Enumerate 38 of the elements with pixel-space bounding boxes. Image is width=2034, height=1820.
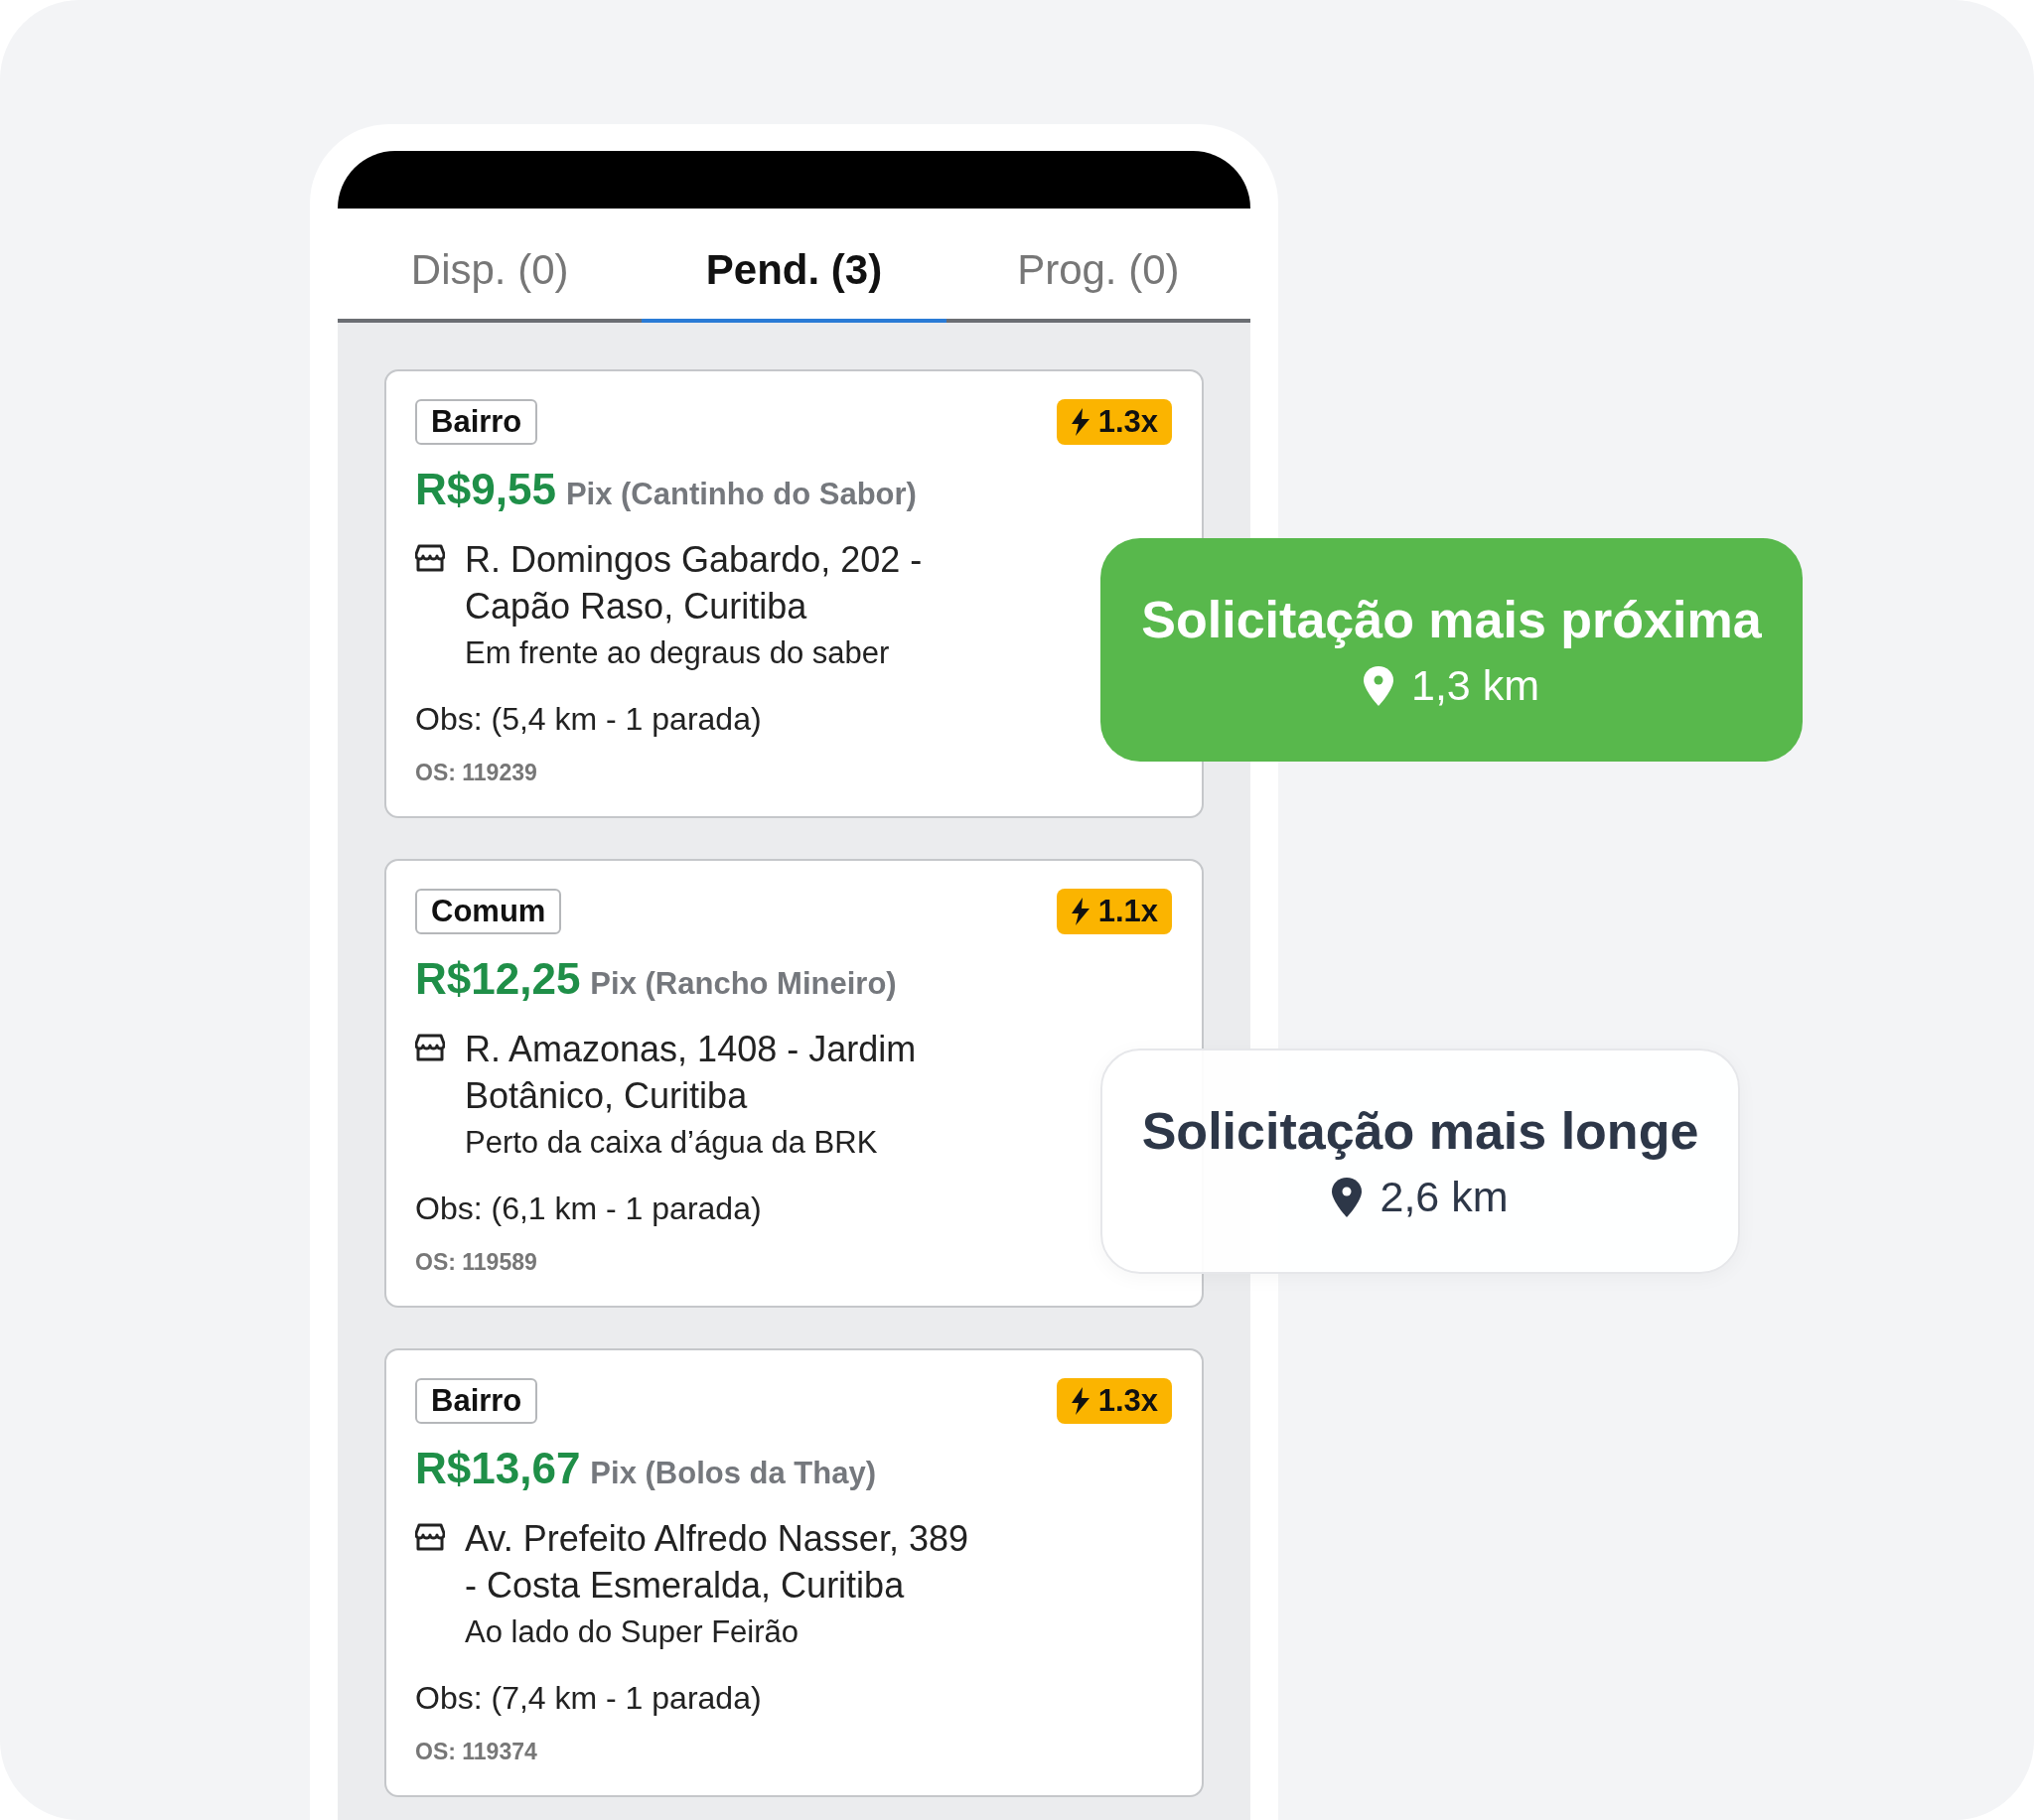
store-icon — [415, 1523, 445, 1551]
price: R$12,25 — [415, 954, 581, 1004]
address: R. Amazonas, 1408 - Jardim Botânico, Curitiba — [465, 1028, 918, 1118]
multiplier-badge: 1.1x — [1056, 889, 1172, 934]
lightning-icon — [1070, 408, 1090, 436]
order-number: OS: 119374 — [415, 1739, 538, 1765]
address: Av. Prefeito Alfredo Nasser, 389 - Costa Esmeralda, Curitiba — [465, 1517, 969, 1608]
payment-info: Pix (Rancho Mineiro) — [590, 966, 897, 1002]
tab[interactable]: Prog. (0) — [945, 209, 1250, 323]
lightning-icon — [1070, 1387, 1090, 1415]
reference-note: Em frente ao degraus do saber — [465, 634, 891, 672]
lightning-icon — [1070, 898, 1090, 925]
obs-text: Obs: (6,1 km - 1 parada) — [415, 1190, 763, 1227]
order-number: OS: 119239 — [415, 760, 538, 786]
tab[interactable]: Disp. (0) — [338, 209, 643, 323]
type-tag: Comum — [415, 889, 562, 934]
obs-text: Obs: (5,4 km - 1 parada) — [415, 701, 763, 738]
price: R$13,67 — [415, 1444, 581, 1493]
multiplier-badge: 1.3x — [1056, 399, 1172, 445]
reference-note: Perto da caixa d’água da BRK — [465, 1124, 879, 1162]
reference-note: Ao lado do Super Feirão — [465, 1613, 800, 1651]
order-number: OS: 119589 — [415, 1249, 538, 1276]
payment-info: Pix (Cantinho do Sabor) — [565, 477, 917, 512]
order-card[interactable]: Bairro 1.3x R$13,67 Pix (Bolos da Thay) Av. Prefeito Alfredo Nasser, 389 - Costa Esmeralda, Curitiba Ao lado do Super Feirão Obs: (7,4 km - 1 parada) OS: 119374 — [384, 1348, 1204, 1797]
type-tag: Bairro — [415, 1378, 538, 1424]
type-tag: Bairro — [415, 399, 538, 445]
distance-text: 1,3 km — [1410, 661, 1539, 710]
map-pin-icon — [1332, 1177, 1363, 1217]
obs-text: Obs: (7,4 km - 1 parada) — [415, 1680, 763, 1717]
distance-text: 2,6 km — [1380, 1173, 1509, 1221]
map-pin-icon — [1363, 665, 1393, 706]
store-icon — [415, 544, 445, 572]
address: R. Domingos Gabardo, 202 - Capão Raso, Curitiba — [465, 538, 924, 629]
payment-info: Pix (Bolos da Thay) — [590, 1456, 877, 1491]
store-icon — [415, 1034, 445, 1061]
price: R$9,55 — [415, 465, 556, 514]
tab[interactable]: Pend. (3) — [642, 209, 946, 323]
multiplier-badge: 1.3x — [1056, 1378, 1172, 1424]
